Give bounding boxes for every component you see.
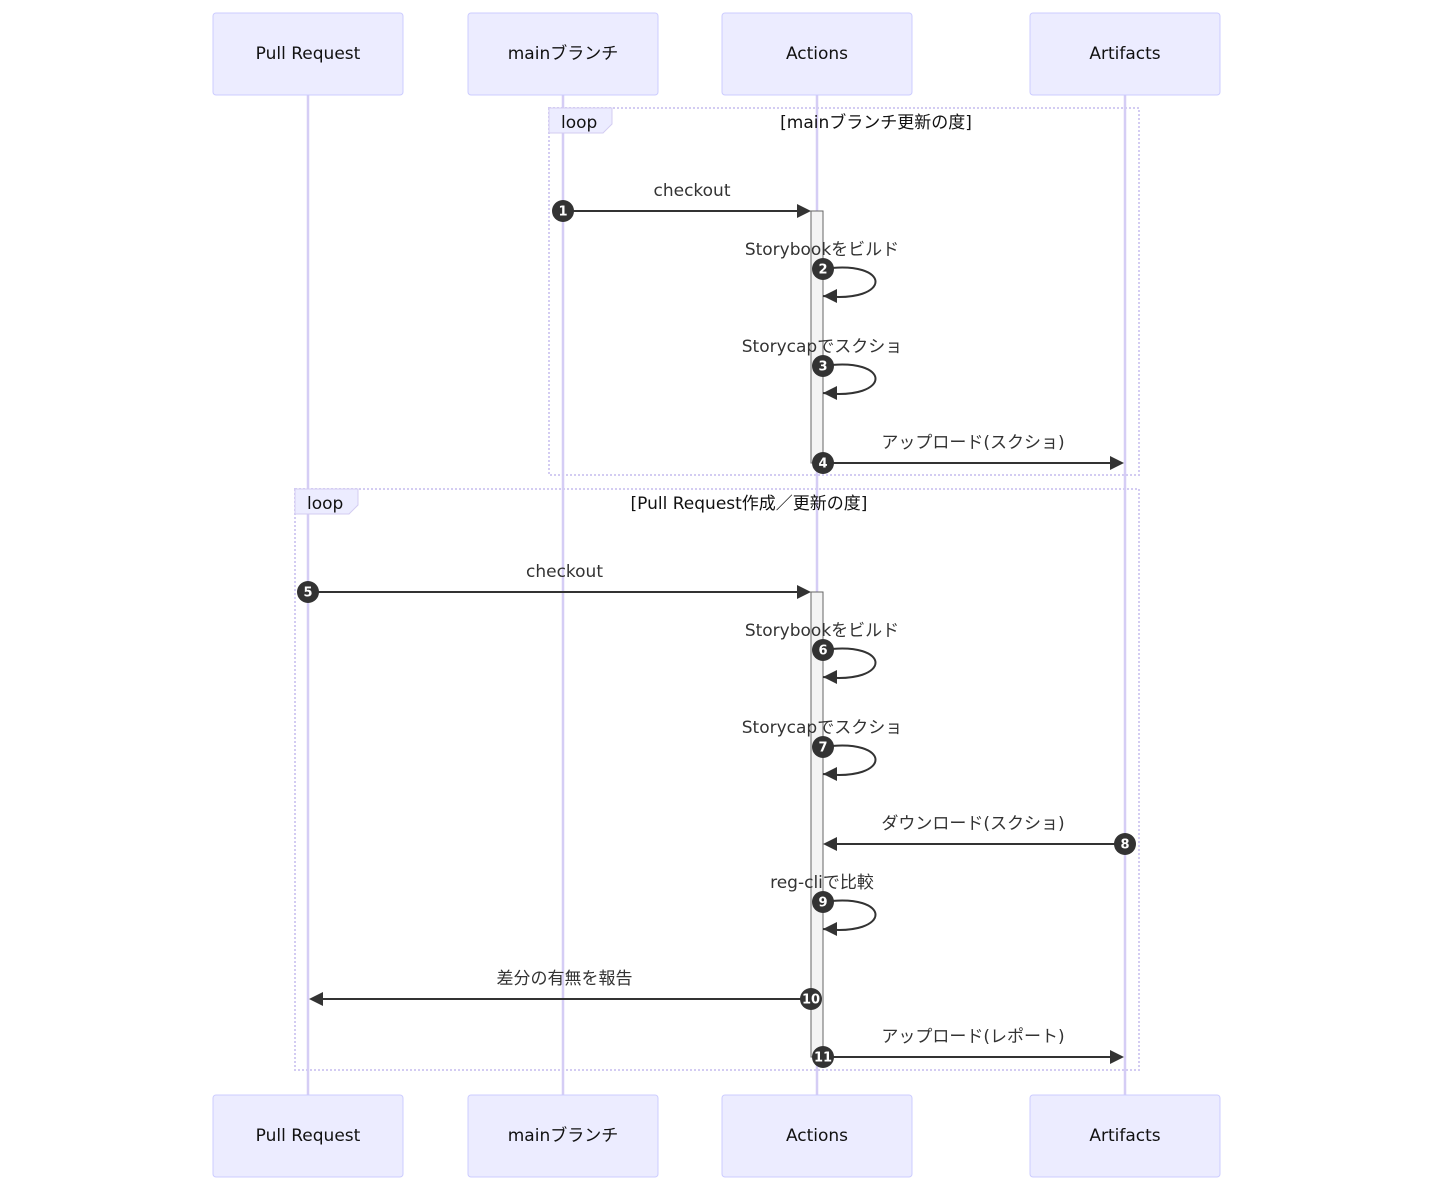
actor-label: Actions [786, 1126, 848, 1146]
message-label: checkout [526, 562, 603, 582]
actor-artifacts-bottom: Artifacts [1029, 1094, 1221, 1178]
sequence-number: 11 [814, 1051, 832, 1066]
loop-border [294, 488, 1140, 1071]
actor-actions-bottom: Actions [721, 1094, 913, 1178]
arrowhead-icon [823, 922, 837, 936]
actor-main-bottom: mainブランチ [467, 1094, 659, 1178]
sequence-number: 6 [818, 644, 827, 659]
actor-pr-top: Pull Request [212, 12, 404, 96]
message-8: ダウンロード(スクショ) 8 [823, 814, 1136, 855]
message-label: Storycapでスクショ [742, 337, 902, 357]
activation-bar [810, 591, 824, 1058]
sequence-number: 10 [802, 993, 820, 1008]
message-5: checkout 5 [297, 562, 811, 603]
sequence-number: 4 [818, 457, 827, 472]
actor-label: Pull Request [256, 1126, 361, 1146]
loop-frame: loop [Pull Request作成／更新の度] [294, 488, 1140, 1071]
arrowhead-icon [823, 670, 837, 684]
actor-main-top: mainブランチ [467, 12, 659, 96]
message-label: Storycapでスクショ [742, 718, 902, 738]
sequence-number: 9 [818, 896, 827, 911]
loop-condition: [mainブランチ更新の度] [780, 112, 972, 133]
arrowhead-icon [823, 767, 837, 781]
arrowhead-icon [1110, 1050, 1124, 1064]
sequence-number: 3 [818, 360, 827, 375]
arrowhead-icon [309, 992, 323, 1006]
message-label: アップロード(スクショ) [881, 433, 1064, 453]
actor-label: Artifacts [1089, 44, 1160, 64]
arrowhead-icon [823, 289, 837, 303]
message-11: アップロード(レポート) 11 [812, 1027, 1124, 1068]
sequence-number: 1 [558, 205, 567, 220]
loop-frames: loop [mainブランチ更新の度] loop [Pull Request作成／更新… [294, 107, 1140, 1071]
arrowhead-icon [1110, 456, 1124, 470]
message-10: 差分の有無を報告 10 [309, 969, 822, 1010]
message-label: 差分の有無を報告 [497, 969, 633, 989]
loop-tag-label: loop [307, 494, 343, 514]
message-1: checkout 1 [552, 181, 811, 222]
arrowhead-icon [797, 585, 811, 599]
message-label: checkout [653, 181, 730, 201]
loop-frame: loop [mainブランチ更新の度] [548, 107, 1140, 476]
arrowhead-icon [797, 204, 811, 218]
message-label: アップロード(レポート) [881, 1027, 1064, 1047]
actor-label: mainブランチ [508, 1125, 618, 1146]
lifelines [306, 95, 1127, 1095]
messages: checkout 1 Storybookをビルド 2 Storycapでスクショ 3 アップ… [297, 181, 1136, 1068]
arrowhead-icon [823, 386, 837, 400]
actor-actions-top: Actions [721, 12, 913, 96]
message-label: Storybookをビルド [745, 621, 899, 641]
loop-condition: [Pull Request作成／更新の度] [631, 494, 868, 514]
actor-pr-bottom: Pull Request [212, 1094, 404, 1178]
sequence-number: 8 [1120, 838, 1129, 853]
actor-label: Pull Request [256, 44, 361, 64]
message-label: reg-cliで比較 [770, 873, 874, 893]
sequence-number: 7 [818, 741, 827, 756]
actor-label: Artifacts [1089, 1126, 1160, 1146]
sequence-diagram: loop [mainブランチ更新の度] loop [Pull Request作成／更新… [212, 12, 1221, 1178]
message-label: ダウンロード(スクショ) [881, 814, 1064, 834]
sequence-number: 5 [303, 586, 312, 601]
loop-tag-label: loop [561, 113, 597, 133]
arrowhead-icon [823, 837, 837, 851]
message-label: Storybookをビルド [745, 240, 899, 260]
sequence-number: 2 [818, 263, 827, 278]
loop-border [548, 107, 1140, 476]
actor-artifacts-top: Artifacts [1029, 12, 1221, 96]
actor-label: mainブランチ [508, 43, 618, 64]
actor-label: Actions [786, 44, 848, 64]
message-4: アップロード(スクショ) 4 [812, 433, 1124, 474]
